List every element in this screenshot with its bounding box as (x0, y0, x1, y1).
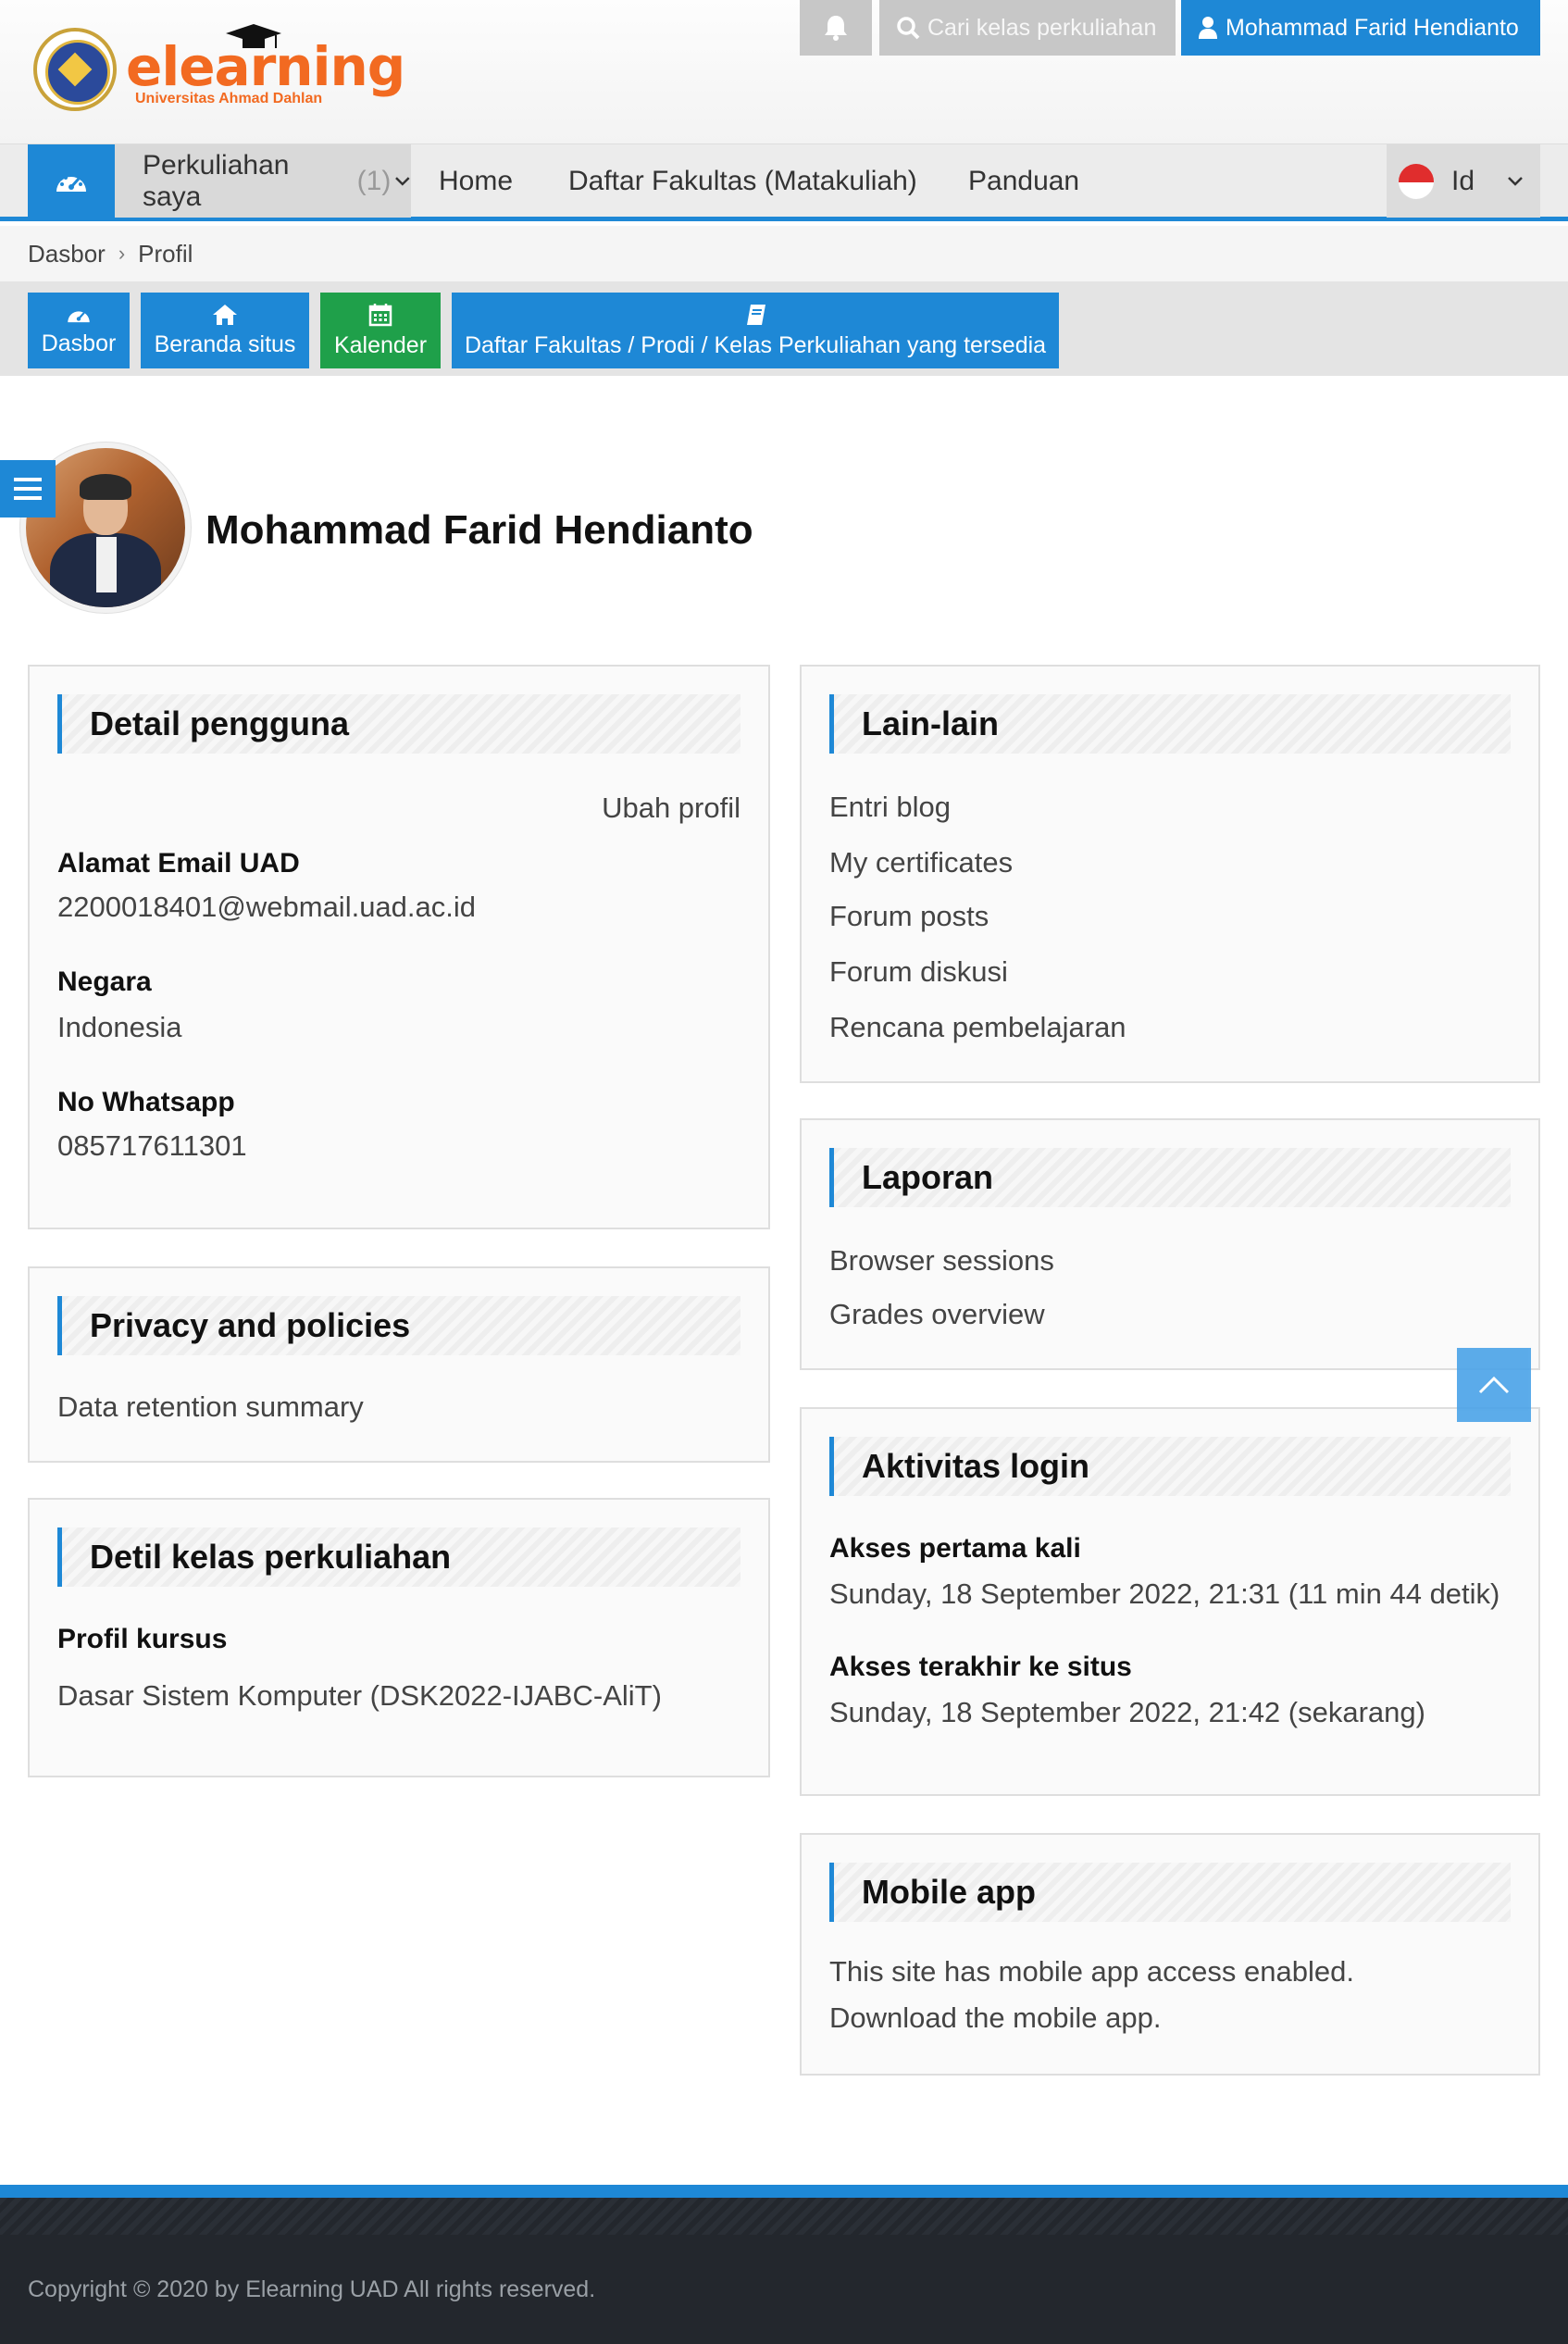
edit-profile-link[interactable]: Ubah profil (602, 792, 740, 825)
mobile-app-card: Mobile app This site has mobile app acce… (800, 1833, 1540, 2076)
quick-calendar-label: Kalender (333, 331, 428, 358)
course-details-card: Detil kelas perkuliahan Profil kursus Da… (28, 1498, 770, 1777)
misc-link-forum-discussions[interactable]: Forum diskusi (829, 955, 1008, 989)
user-menu-button[interactable]: Mohammad Farid Hendianto (1181, 0, 1540, 56)
misc-link-certificates[interactable]: My certificates (829, 846, 1013, 879)
chevron-down-icon (1508, 176, 1523, 186)
site-footer: Copyright © 2020 by Elearning UAD All ri… (0, 2235, 1568, 2344)
misc-title: Lain-lain (829, 694, 1511, 754)
mobile-app-title: Mobile app (829, 1863, 1511, 1922)
home-icon (213, 304, 237, 325)
email-value[interactable]: 2200018401@webmail.uad.ac.id (57, 891, 476, 924)
nav-faculties[interactable]: Daftar Fakultas (Matakuliah) (568, 144, 917, 218)
search-placeholder: Cari kelas perkuliahan (927, 14, 1157, 41)
drawer-toggle-button[interactable] (0, 460, 56, 517)
breadcrumb-profile[interactable]: Profil (138, 240, 193, 268)
nav-my-courses[interactable]: Perkuliahan saya (1) (115, 144, 411, 218)
course-details-title: Detil kelas perkuliahan (57, 1527, 740, 1587)
quick-links-bar: Dasbor Beranda situs Kalender Daftar Fak… (0, 281, 1568, 376)
quick-site-home-button[interactable]: Beranda situs (141, 293, 309, 368)
last-access-value: Sunday, 18 September 2022, 21:42 (sekara… (829, 1696, 1425, 1728)
site-logo[interactable]: elearning Universitas Ahmad Dahlan (33, 20, 405, 115)
mobile-app-text: This site has mobile app access enabled. (829, 1955, 1354, 1988)
quick-dashboard-label: Dasbor (41, 330, 117, 356)
book-icon (747, 304, 765, 325)
main-navigation: Perkuliahan saya (1) Home Daftar Fakulta… (0, 143, 1568, 221)
browser-sessions-link[interactable]: Browser sessions (829, 1244, 1054, 1278)
data-retention-link[interactable]: Data retention summary (57, 1390, 364, 1424)
course-link[interactable]: Dasar Sistem Komputer (DSK2022-IJABC-Ali… (57, 1679, 662, 1713)
quick-dashboard-button[interactable]: Dasbor (28, 293, 130, 368)
breadcrumb: Dasbor › Profil (0, 226, 1568, 281)
chevron-up-icon (1478, 1376, 1510, 1394)
login-activity-title: Aktivitas login (829, 1437, 1511, 1496)
download-app-link[interactable]: Download the mobile app. (829, 2001, 1161, 2035)
logo-subtitle: Universitas Ahmad Dahlan (135, 91, 323, 106)
dashboard-icon (56, 172, 86, 192)
country-value: Indonesia (57, 1011, 182, 1043)
course-profile-label: Profil kursus (57, 1624, 228, 1654)
breadcrumb-dashboard[interactable]: Dasbor (28, 240, 106, 268)
notifications-button[interactable] (800, 0, 872, 56)
footer-accent (0, 2185, 1568, 2198)
country-label: Negara (57, 966, 152, 997)
quick-site-home-label: Beranda situs (154, 330, 296, 357)
nav-guide[interactable]: Panduan (968, 144, 1079, 218)
reports-title: Laporan (829, 1148, 1511, 1207)
quick-faculties-label: Daftar Fakultas / Prodi / Kelas Perkulia… (464, 331, 1047, 358)
course-search-button[interactable]: Cari kelas perkuliahan (879, 0, 1176, 56)
quick-calendar-button[interactable]: Kalender (320, 293, 441, 368)
back-to-top-button[interactable] (1457, 1348, 1531, 1422)
misc-card: Lain-lain Entri blog My certificates For… (800, 665, 1540, 1083)
site-header: elearning Universitas Ahmad Dahlan Cari … (0, 0, 1568, 143)
menu-icon (14, 478, 42, 500)
email-label: Alamat Email UAD (57, 848, 300, 879)
indonesia-flag-icon (1398, 162, 1435, 200)
dashboard-icon (68, 310, 90, 322)
login-activity-card: Aktivitas login Akses pertama kali Sunda… (800, 1407, 1540, 1796)
user-menu-name: Mohammad Farid Hendianto (1226, 14, 1519, 41)
nav-home[interactable]: Home (439, 144, 513, 218)
copyright-text: Copyright © 2020 by Elearning UAD All ri… (28, 2275, 596, 2302)
university-seal-icon (33, 28, 117, 111)
privacy-title: Privacy and policies (57, 1296, 740, 1355)
chevron-down-icon (395, 176, 410, 186)
bell-icon (825, 16, 847, 41)
last-access-label: Akses terakhir ke situs (829, 1652, 1132, 1682)
first-access-value: Sunday, 18 September 2022, 21:31 (11 min… (829, 1577, 1500, 1610)
whatsapp-label: No Whatsapp (57, 1087, 235, 1117)
logo-wordmark: elearning (126, 24, 405, 98)
language-selector[interactable]: Id (1387, 144, 1540, 218)
language-label: Id (1451, 165, 1475, 196)
user-details-title: Detail pengguna (57, 694, 740, 754)
calendar-icon (368, 303, 392, 326)
misc-link-learning-plans[interactable]: Rencana pembelajaran (829, 1011, 1126, 1044)
nav-my-courses-count: (1) (356, 165, 392, 196)
footer-stripe (0, 2198, 1568, 2235)
user-icon (1199, 17, 1217, 39)
nav-dashboard-button[interactable] (28, 144, 115, 218)
quick-faculties-button[interactable]: Daftar Fakultas / Prodi / Kelas Perkulia… (452, 293, 1059, 368)
first-access-label: Akses pertama kali (829, 1533, 1081, 1564)
whatsapp-value: 085717611301 (57, 1129, 247, 1162)
privacy-card: Privacy and policies Data retention summ… (28, 1266, 770, 1463)
nav-my-courses-label: Perkuliahan saya (143, 149, 290, 212)
breadcrumb-separator: › (118, 242, 126, 265)
graduation-cap-icon (226, 24, 281, 48)
search-icon (897, 17, 920, 40)
misc-link-blog[interactable]: Entri blog (829, 791, 951, 824)
user-details-card: Detail pengguna Ubah profil Alamat Email… (28, 665, 770, 1229)
profile-name: Mohammad Farid Hendianto (205, 507, 753, 553)
reports-card: Laporan Browser sessions Grades overview (800, 1118, 1540, 1370)
misc-link-forum-posts[interactable]: Forum posts (829, 900, 989, 933)
grades-overview-link[interactable]: Grades overview (829, 1298, 1045, 1331)
